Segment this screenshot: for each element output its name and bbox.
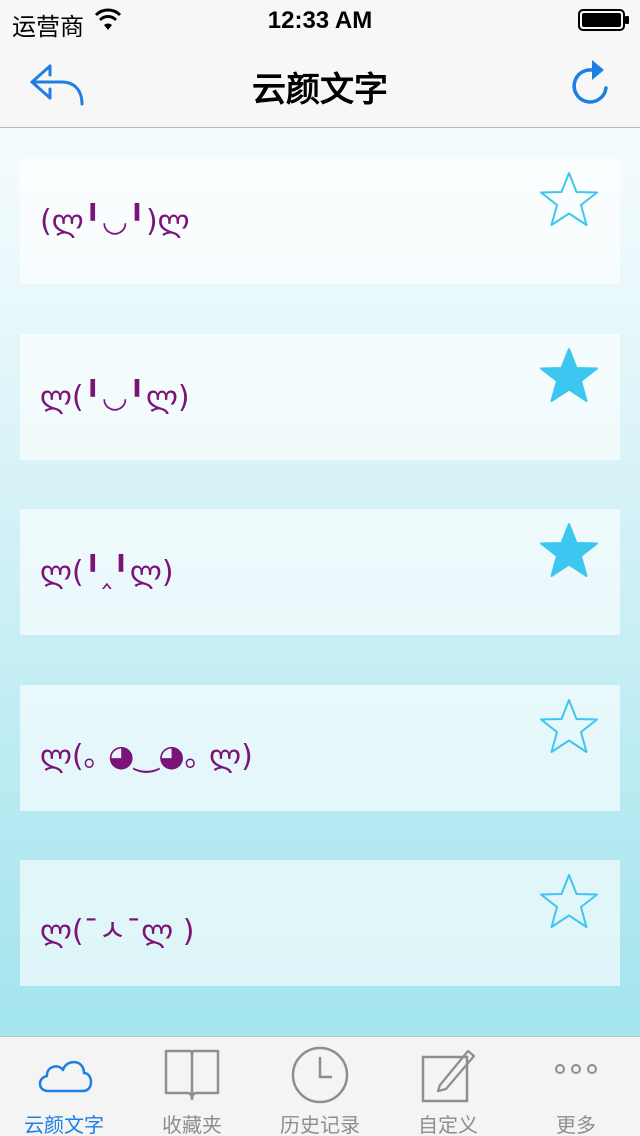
tab-label: 更多 xyxy=(556,1113,596,1136)
battery-icon xyxy=(578,9,629,31)
tab-label: 历史记录 xyxy=(280,1113,360,1136)
tab-label: 自定义 xyxy=(418,1113,478,1136)
kaomoji-text: ლ(╹‸╹ლ) xyxy=(40,555,174,590)
kaomoji-text: ლ(╹◡╹ლ) xyxy=(40,379,190,415)
star-outline-icon[interactable] xyxy=(538,697,600,755)
more-icon xyxy=(555,1064,597,1074)
status-bar: 运营商 12:33 AM xyxy=(0,0,640,41)
navigation-bar: 云颜文字 xyxy=(0,40,640,128)
kaomoji-text: ლ(｡ ◕‿◕｡ ლ) xyxy=(40,738,253,774)
cloud-icon xyxy=(38,1060,93,1093)
tab-label: 云颜文字 xyxy=(24,1113,104,1136)
kaomoji-text: ლ(¯ㅅ¯ლ ) xyxy=(40,914,195,949)
tab-book[interactable]: 收藏夹 xyxy=(128,1037,256,1136)
tab-label: 收藏夹 xyxy=(162,1113,222,1136)
kaomoji-row[interactable]: ლ(╹‸╹ლ) xyxy=(20,509,620,635)
tab-cloud[interactable]: 云颜文字 xyxy=(0,1037,128,1136)
status-time: 12:33 AM xyxy=(267,7,373,34)
star-filled-icon[interactable] xyxy=(538,521,600,579)
clock-icon xyxy=(291,1046,349,1104)
edit-icon xyxy=(421,1049,476,1103)
star-outline-icon[interactable] xyxy=(538,170,600,228)
kaomoji-text: (ლ╹◡╹)ლ xyxy=(40,204,190,239)
kaomoji-row[interactable]: (ლ╹◡╹)ლ xyxy=(20,158,620,284)
kaomoji-row[interactable]: ლ(╹◡╹ლ) xyxy=(20,333,620,460)
kaomoji-list: (ლ╹◡╹)ლ ლ(╹◡╹ლ) ლ(╹‸╹ლ) ლ(｡ ◕‿◕｡ ლ) ლ(¯ㅅ¯ლ ) xyxy=(0,128,640,1036)
star-outline-icon[interactable] xyxy=(538,872,600,930)
book-icon xyxy=(164,1049,220,1101)
kaomoji-row[interactable]: ლ(¯ㅅ¯ლ ) xyxy=(20,860,620,986)
tab-edit[interactable]: 自定义 xyxy=(384,1037,512,1136)
page-title: 云颜文字 xyxy=(252,70,388,110)
tab-clock[interactable]: 历史记录 xyxy=(256,1037,384,1136)
tab-more[interactable]: 更多 xyxy=(512,1037,640,1136)
refresh-icon[interactable] xyxy=(568,58,612,108)
kaomoji-row[interactable]: ლ(｡ ◕‿◕｡ ლ) xyxy=(20,684,620,811)
star-filled-icon[interactable] xyxy=(538,346,600,404)
tab-bar: 云颜文字 收藏夹 历史记录 自定义 更多 xyxy=(0,1036,640,1136)
